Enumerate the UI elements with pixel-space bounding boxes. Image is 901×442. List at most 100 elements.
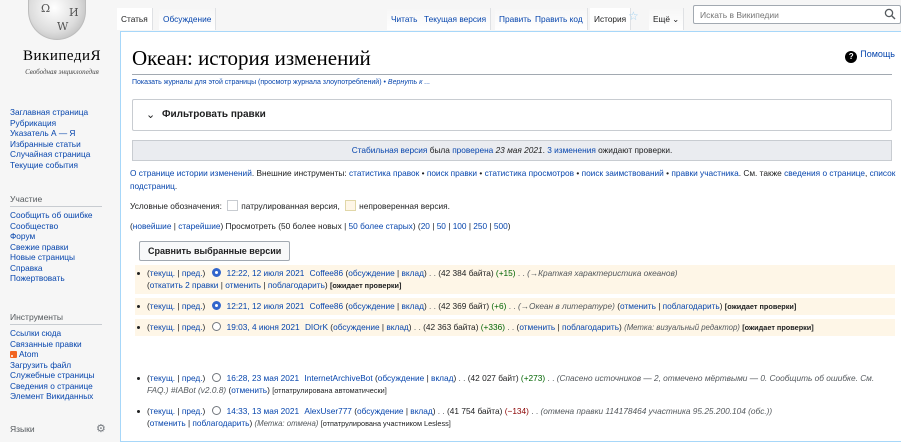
diff-current-link[interactable]: текущ. (150, 301, 175, 311)
tool-user-edits[interactable]: правки участника (671, 168, 738, 178)
tool-copyvio[interactable]: поиск заимствований (582, 168, 664, 178)
sidebar-item-current-events[interactable]: Текущие события (10, 160, 78, 170)
diff-prev-link[interactable]: пред. (182, 301, 203, 311)
user-contribs-link[interactable]: вклад (402, 301, 424, 311)
revision-radio[interactable] (211, 322, 221, 331)
user-talk-link[interactable]: обсуждение (348, 301, 395, 311)
tab-history[interactable]: История (590, 8, 632, 30)
revision-user[interactable]: Coffee86 (310, 268, 344, 278)
wikipedia-logo[interactable]: Ω W И ВикипедиЯ Свободная энциклопедия (6, 0, 110, 95)
history-help-link[interactable]: О странице истории изменений (130, 168, 252, 178)
user-contribs-link[interactable]: вклад (410, 406, 432, 416)
user-contribs-link[interactable]: вклад (386, 322, 408, 332)
older-link[interactable]: 50 более старых (349, 221, 413, 231)
tab-article[interactable]: Статья (117, 8, 153, 30)
revision-date[interactable]: 19:03, 4 июня 2021 (227, 322, 300, 332)
back-link[interactable]: Вернуть к ... (388, 79, 430, 86)
newest-link[interactable]: новейшие (133, 221, 172, 231)
sidebar-item-what-links-here[interactable]: Ссылки сюда (10, 328, 61, 338)
revision-date[interactable]: 16:28, 23 мая 2021 (227, 373, 299, 383)
star-icon[interactable]: ☆ (628, 9, 639, 23)
sidebar-item-related-changes[interactable]: Связанные правки (10, 339, 82, 349)
limit-50[interactable]: 50 (437, 221, 446, 231)
diff-current-link[interactable]: текущ. (150, 406, 175, 416)
thank-link[interactable]: поблагодарить (562, 322, 619, 332)
undo-link[interactable]: отменить (150, 418, 186, 428)
user-contribs-link[interactable]: вклад (402, 268, 424, 278)
sidebar-item-report-error[interactable]: Сообщить об ошибке (10, 210, 93, 220)
limit-250[interactable]: 250 (473, 221, 487, 231)
filter-revisions-panel[interactable]: ⌄ Фильтровать правки (132, 99, 892, 131)
limit-100[interactable]: 100 (453, 221, 467, 231)
sidebar-item-donate[interactable]: Пожертвовать (10, 273, 65, 283)
show-logs-link[interactable]: Показать журналы для этой страницы (прос… (132, 79, 386, 86)
limit-20[interactable]: 20 (421, 221, 430, 231)
sidebar-item-wikidata[interactable]: Элемент Викиданных (10, 391, 93, 401)
tab-more-menu[interactable]: Ещё ⌄ (649, 8, 685, 30)
sidebar-item-special-pages[interactable]: Служебные страницы (10, 370, 94, 380)
sidebar-item-community[interactable]: Сообщество (10, 221, 58, 231)
sidebar-item-featured[interactable]: Избранные статьи (10, 139, 81, 149)
revision-user[interactable]: Coffee86 (310, 301, 344, 311)
revision-date[interactable]: 12:21, 12 июля 2021 (227, 301, 305, 311)
revision-user[interactable]: DIOrK (305, 322, 328, 332)
sidebar-item-page-info[interactable]: Сведения о странице (10, 381, 93, 391)
sidebar-item-categories[interactable]: Рубрикация (10, 118, 56, 128)
tab-talk[interactable]: Обсуждение (159, 8, 217, 30)
thank-link[interactable]: поблагодарить (268, 280, 325, 290)
undo-link[interactable]: отменить (519, 322, 555, 332)
sidebar-item-main-page[interactable]: Заглавная страница (10, 107, 88, 117)
undo-link[interactable]: отменить (620, 301, 656, 311)
undo-link[interactable]: отменить (225, 280, 261, 290)
tool-find-edit[interactable]: поиск правки (427, 168, 477, 178)
diff-current-link[interactable]: текущ. (150, 268, 175, 278)
tab-current-version[interactable]: Текущая версия (420, 8, 492, 30)
user-talk-link[interactable]: обсуждение (348, 268, 395, 278)
sidebar-item-atom[interactable]: Atom (19, 349, 38, 359)
diff-current-link[interactable]: текущ. (150, 322, 175, 332)
sidebar-item-new-pages[interactable]: Новые страницы (10, 252, 75, 262)
search-icon[interactable] (884, 8, 896, 20)
tool-edit-stats[interactable]: статистика правок (349, 168, 419, 178)
revision-user[interactable]: AlexUser777 (304, 406, 352, 416)
page-info-link[interactable]: сведения о странице (784, 168, 865, 178)
revision-user[interactable]: InternetArchiveBot (304, 373, 372, 383)
revision-radio[interactable] (211, 373, 221, 382)
oldest-link[interactable]: старейшие (178, 221, 220, 231)
revision-date[interactable]: 12:22, 12 июля 2021 (227, 268, 305, 278)
revision-radio[interactable] (211, 301, 221, 310)
compare-revisions-button[interactable]: Сравнить выбранные версии (139, 241, 291, 261)
pending-changes-link[interactable]: 3 изменения (547, 145, 596, 155)
revision-radio[interactable] (211, 268, 221, 277)
user-talk-link[interactable]: обсуждение (378, 373, 425, 383)
sidebar-item-random[interactable]: Случайная страница (10, 149, 90, 159)
limit-500[interactable]: 500 (494, 221, 508, 231)
tab-edit-code[interactable]: Править код (531, 8, 588, 30)
thank-link[interactable]: поблагодарить (663, 301, 720, 311)
tab-read[interactable]: Читать (387, 8, 423, 30)
user-talk-link[interactable]: обсуждение (333, 322, 380, 332)
user-talk-link[interactable]: обсуждение (357, 406, 404, 416)
sidebar-item-recent-changes[interactable]: Свежие правки (10, 242, 68, 252)
reviewed-link[interactable]: проверена (452, 145, 493, 155)
search-input[interactable] (700, 8, 880, 21)
diff-prev-link[interactable]: пред. (182, 373, 203, 383)
help-link[interactable]: ? Помощь (845, 49, 895, 63)
sidebar-item-upload-file[interactable]: Загрузить файл (10, 360, 71, 370)
stable-version-link[interactable]: Стабильная версия (352, 145, 428, 155)
revision-radio[interactable] (211, 406, 221, 415)
thank-link[interactable]: поблагодарить (192, 418, 249, 428)
sidebar-item-index[interactable]: Указатель А — Я (10, 128, 75, 138)
undo-link[interactable]: отменить (231, 385, 267, 395)
sidebar-item-help[interactable]: Справка (10, 263, 43, 273)
rollback-link[interactable]: откатить 2 правки (150, 280, 219, 290)
gear-icon[interactable]: ⚙ (96, 422, 106, 435)
revision-date[interactable]: 14:33, 13 мая 2021 (227, 406, 299, 416)
tool-pageviews[interactable]: статистика просмотров (485, 168, 574, 178)
diff-prev-link[interactable]: пред. (182, 406, 203, 416)
diff-prev-link[interactable]: пред. (182, 322, 203, 332)
user-contribs-link[interactable]: вклад (431, 373, 453, 383)
diff-prev-link[interactable]: пред. (182, 268, 203, 278)
sidebar-item-forum[interactable]: Форум (10, 231, 35, 241)
diff-current-link[interactable]: текущ. (150, 373, 175, 383)
